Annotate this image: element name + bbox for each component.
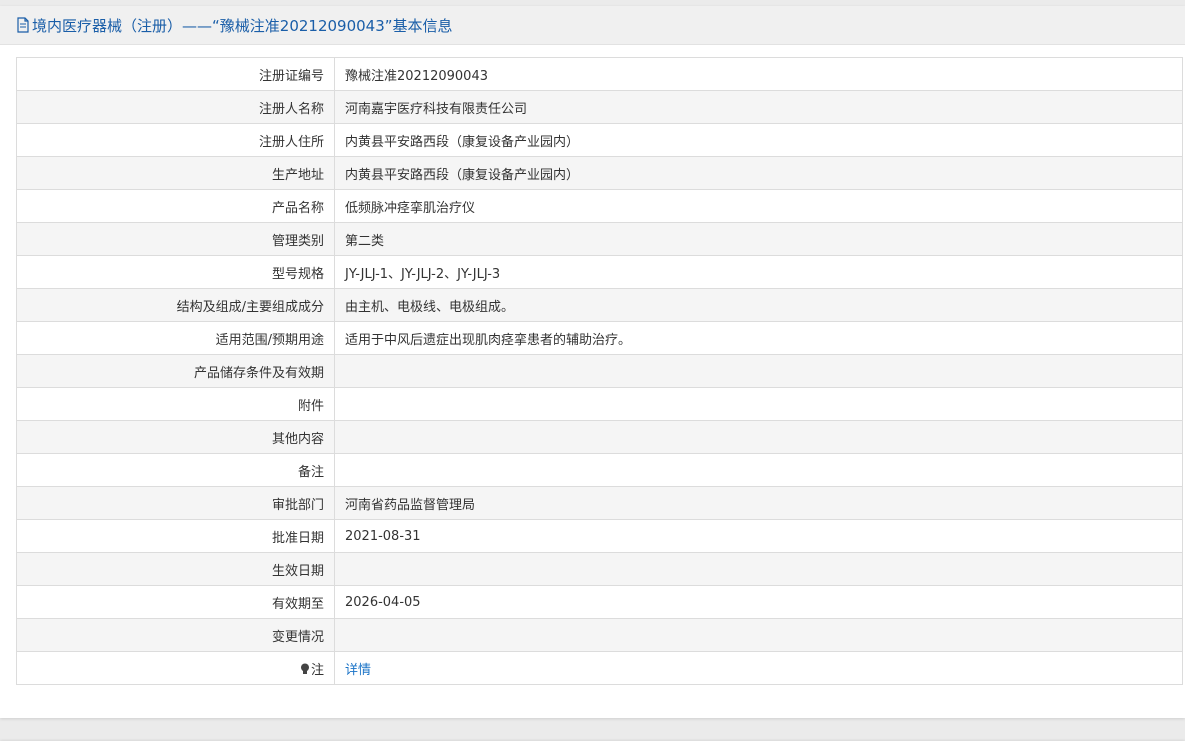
field-value: 河南省药品监督管理局 — [334, 486, 1183, 520]
field-value: 内黄县平安路西段（康复设备产业园内） — [334, 123, 1183, 157]
table-row: 注册人住所 内黄县平安路西段（康复设备产业园内） — [16, 123, 1183, 157]
field-value — [334, 618, 1183, 652]
details-link[interactable]: 详情 — [345, 663, 371, 678]
field-label: 生效日期 — [16, 552, 335, 586]
field-value — [334, 453, 1183, 487]
field-label: 管理类别 — [16, 222, 335, 256]
field-value: 第二类 — [334, 222, 1183, 256]
info-table: 注册证编号 豫械注准20212090043 注册人名称 河南嘉宇医疗科技有限责任公司注… — [16, 57, 1183, 685]
field-value — [334, 420, 1183, 454]
document-icon — [16, 17, 30, 33]
table-row: 型号规格 JY-JLJ-1、JY-JLJ-2、JY-JLJ-3 — [16, 255, 1183, 289]
table-row: 审批部门 河南省药品监督管理局 — [16, 486, 1183, 520]
table-row: 生效日期 — [16, 552, 1183, 586]
field-value — [334, 387, 1183, 421]
field-label: 审批部门 — [16, 486, 335, 520]
field-value: 低频脉冲痉挛肌治疗仪 — [334, 189, 1183, 223]
table-row: 附件 — [16, 387, 1183, 421]
field-label: 结构及组成/主要组成成分 — [16, 288, 335, 322]
panel-header: 境内医疗器械（注册）——“豫械注准20212090043”基本信息 — [0, 6, 1185, 45]
note-label-cell: 注 — [16, 651, 335, 685]
field-label: 批准日期 — [16, 519, 335, 553]
lightbulb-icon — [300, 663, 310, 675]
table-row: 管理类别 第二类 — [16, 222, 1183, 256]
field-label: 产品储存条件及有效期 — [16, 354, 335, 388]
field-value: 豫械注准20212090043 — [334, 57, 1183, 91]
field-value: 适用于中风后遗症出现肌肉痉挛患者的辅助治疗。 — [334, 321, 1183, 355]
field-value: 河南嘉宇医疗科技有限责任公司 — [334, 90, 1183, 124]
next-panel-edge — [0, 741, 1185, 748]
field-value: 内黄县平安路西段（康复设备产业园内） — [334, 156, 1183, 190]
field-label: 注册人住所 — [16, 123, 335, 157]
field-label: 产品名称 — [16, 189, 335, 223]
field-label: 生产地址 — [16, 156, 335, 190]
table-row: 产品名称 低频脉冲痉挛肌治疗仪 — [16, 189, 1183, 223]
table-row: 备注 — [16, 453, 1183, 487]
field-label: 适用范围/预期用途 — [16, 321, 335, 355]
table-row: 产品储存条件及有效期 — [16, 354, 1183, 388]
table-row: 注册人名称 河南嘉宇医疗科技有限责任公司 — [16, 90, 1183, 124]
note-row: 注 详情 — [16, 651, 1183, 685]
field-label: 变更情况 — [16, 618, 335, 652]
field-value — [334, 354, 1183, 388]
table-row: 批准日期 2021-08-31 — [16, 519, 1183, 553]
field-label: 注册证编号 — [16, 57, 335, 91]
field-label: 其他内容 — [16, 420, 335, 454]
field-value — [334, 552, 1183, 586]
note-value-cell: 详情 — [334, 651, 1183, 685]
field-value: 2026-04-05 — [334, 585, 1183, 619]
field-label: 附件 — [16, 387, 335, 421]
table-row: 有效期至 2026-04-05 — [16, 585, 1183, 619]
field-label: 有效期至 — [16, 585, 335, 619]
table-row: 结构及组成/主要组成成分 由主机、电极线、电极组成。 — [16, 288, 1183, 322]
field-value: 由主机、电极线、电极组成。 — [334, 288, 1183, 322]
table-row: 变更情况 — [16, 618, 1183, 652]
field-label: 备注 — [16, 453, 335, 487]
table-row: 其他内容 — [16, 420, 1183, 454]
info-panel: 境内医疗器械（注册）——“豫械注准20212090043”基本信息 注册证编号豫… — [0, 6, 1185, 718]
field-label: 型号规格 — [16, 255, 335, 289]
page-title: 境内医疗器械（注册）——“豫械注准20212090043”基本信息 — [32, 16, 453, 35]
note-label: 注 — [310, 662, 324, 678]
field-value: 2021-08-31 — [334, 519, 1183, 553]
table-row: 适用范围/预期用途 适用于中风后遗症出现肌肉痉挛患者的辅助治疗。 — [16, 321, 1183, 355]
field-value: JY-JLJ-1、JY-JLJ-2、JY-JLJ-3 — [334, 255, 1183, 289]
table-row: 生产地址 内黄县平安路西段（康复设备产业园内） — [16, 156, 1183, 190]
field-label: 注册人名称 — [16, 90, 335, 124]
table-row: 注册证编号 豫械注准20212090043 — [16, 57, 1183, 91]
